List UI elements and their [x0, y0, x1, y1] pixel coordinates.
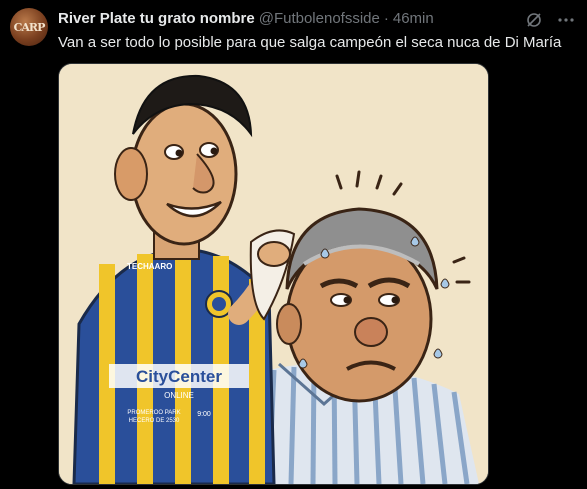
rosario-jersey: CityCenter ONLINE PROMEROO PARK HECERO D… — [72, 247, 276, 484]
display-name[interactable]: River Plate tu grato nombre — [58, 9, 255, 29]
jersey-collar-text: TECHAARO — [127, 262, 172, 271]
tweet-header: River Plate tu grato nombre @Futbolenofs… — [58, 9, 517, 29]
separator-dot: · — [383, 10, 389, 27]
more-options-icon[interactable] — [555, 9, 577, 31]
jersey-small-text-3: 9:00 — [197, 411, 211, 418]
grok-icon[interactable] — [523, 9, 545, 31]
avatar-monogram: CARP — [13, 20, 46, 34]
jersey-small-text-2: HECERO DE 2530 — [129, 418, 180, 424]
jersey-sponsor-sub: ONLINE — [164, 391, 194, 400]
timestamp[interactable]: 46min — [393, 9, 434, 29]
tweet-text: Van a ser todo lo posible para que salga… — [58, 34, 562, 51]
avatar[interactable]: CARP — [10, 8, 48, 46]
tweet-media-image[interactable]: CityCenter ONLINE PROMEROO PARK HECERO D… — [58, 63, 489, 485]
jersey-small-text-1: PROMEROO PARK — [127, 410, 180, 416]
user-handle[interactable]: @Futbolenofsside — [259, 9, 380, 29]
jersey-sponsor-text: CityCenter — [136, 367, 222, 386]
